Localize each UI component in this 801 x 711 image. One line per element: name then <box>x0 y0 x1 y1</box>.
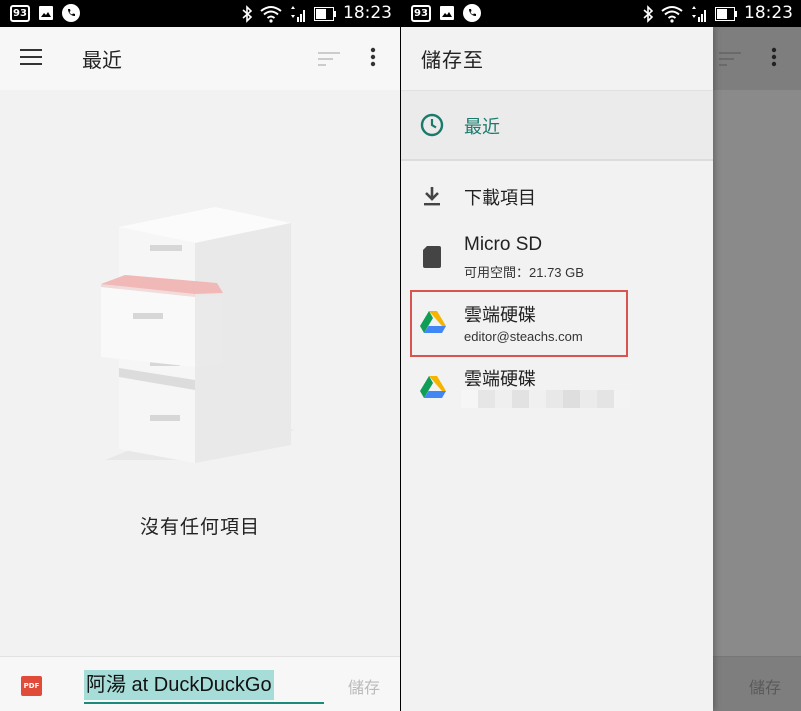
more-options-icon[interactable] <box>370 47 376 67</box>
highlight-box <box>410 290 628 357</box>
save-to-drawer-screen: 93 18:23 儲存 儲存至 最近 下載項目 Micro SD 可用空間：21… <box>401 0 801 711</box>
drawer-item-label: 下載項目 <box>464 188 536 209</box>
clock: 18:23 <box>343 3 392 23</box>
drawer-title: 儲存至 <box>421 48 484 72</box>
drawer-item-downloads[interactable]: 下載項目 <box>401 167 713 227</box>
bluetooth-icon <box>643 4 654 23</box>
drawer-item-label: 最近 <box>464 117 500 138</box>
drawer-item-micro-sd[interactable]: Micro SD 可用空間：21.73 GB <box>401 227 713 289</box>
hamburger-menu-icon[interactable] <box>20 48 42 66</box>
clock-icon <box>420 113 444 137</box>
save-button[interactable]: 儲存 <box>348 674 380 698</box>
image-icon <box>440 6 454 20</box>
drawer-item-label: 雲端硬碟 <box>464 369 536 390</box>
signal-icon <box>291 5 305 22</box>
app-bar: 最近 <box>0 27 400 90</box>
google-drive-icon <box>420 376 446 398</box>
empty-message: 沒有任何項目 <box>139 516 260 538</box>
drawer-header: 儲存至 <box>401 27 713 90</box>
save-bar: PDF 阿湯 at DuckDuckGo 儲存 <box>0 656 400 711</box>
filename-input[interactable]: 阿湯 at DuckDuckGo <box>84 668 324 704</box>
recent-screen: 93 18:23 最近 沒有任何項目 PDF 阿湯 at DuckDuckGo … <box>0 0 400 711</box>
file-cabinet-illustration <box>101 207 295 463</box>
filename-selected-text[interactable]: 阿湯 at DuckDuckGo <box>84 670 274 700</box>
divider <box>401 159 713 161</box>
image-icon <box>39 6 53 20</box>
pdf-file-icon: PDF <box>21 676 42 696</box>
drawer-item-recent[interactable]: 最近 <box>401 91 713 159</box>
sort-icon <box>719 52 741 66</box>
drawer-item-label: Micro SD <box>464 234 543 255</box>
notification-badge: 93 <box>411 4 431 22</box>
status-bar: 93 18:23 <box>0 0 400 27</box>
notification-badge: 93 <box>10 4 30 22</box>
save-button: 儲存 <box>749 678 782 697</box>
phone-call-icon <box>463 4 481 22</box>
signal-icon <box>692 5 706 22</box>
battery-icon <box>314 6 336 21</box>
bluetooth-icon <box>242 4 253 23</box>
navigation-drawer: 儲存至 最近 下載項目 Micro SD 可用空間：21.73 GB 雲端硬碟 … <box>401 27 713 711</box>
blurred-account-email <box>461 390 631 408</box>
phone-call-icon <box>62 4 80 22</box>
sort-icon[interactable] <box>318 51 340 67</box>
drawer-item-subtitle: 可用空間：21.73 GB <box>464 265 584 280</box>
wifi-icon <box>260 5 282 23</box>
page-title: 最近 <box>82 48 122 72</box>
clock: 18:23 <box>744 3 793 23</box>
wifi-icon <box>661 5 683 23</box>
sd-card-icon <box>423 246 441 268</box>
empty-state: 沒有任何項目 <box>0 90 400 656</box>
download-icon <box>424 187 440 206</box>
more-options-icon <box>771 47 777 67</box>
battery-icon <box>715 6 737 21</box>
status-bar: 93 18:23 <box>401 0 801 27</box>
drawer-item-google-drive-second[interactable]: 雲端硬碟 <box>401 357 713 421</box>
